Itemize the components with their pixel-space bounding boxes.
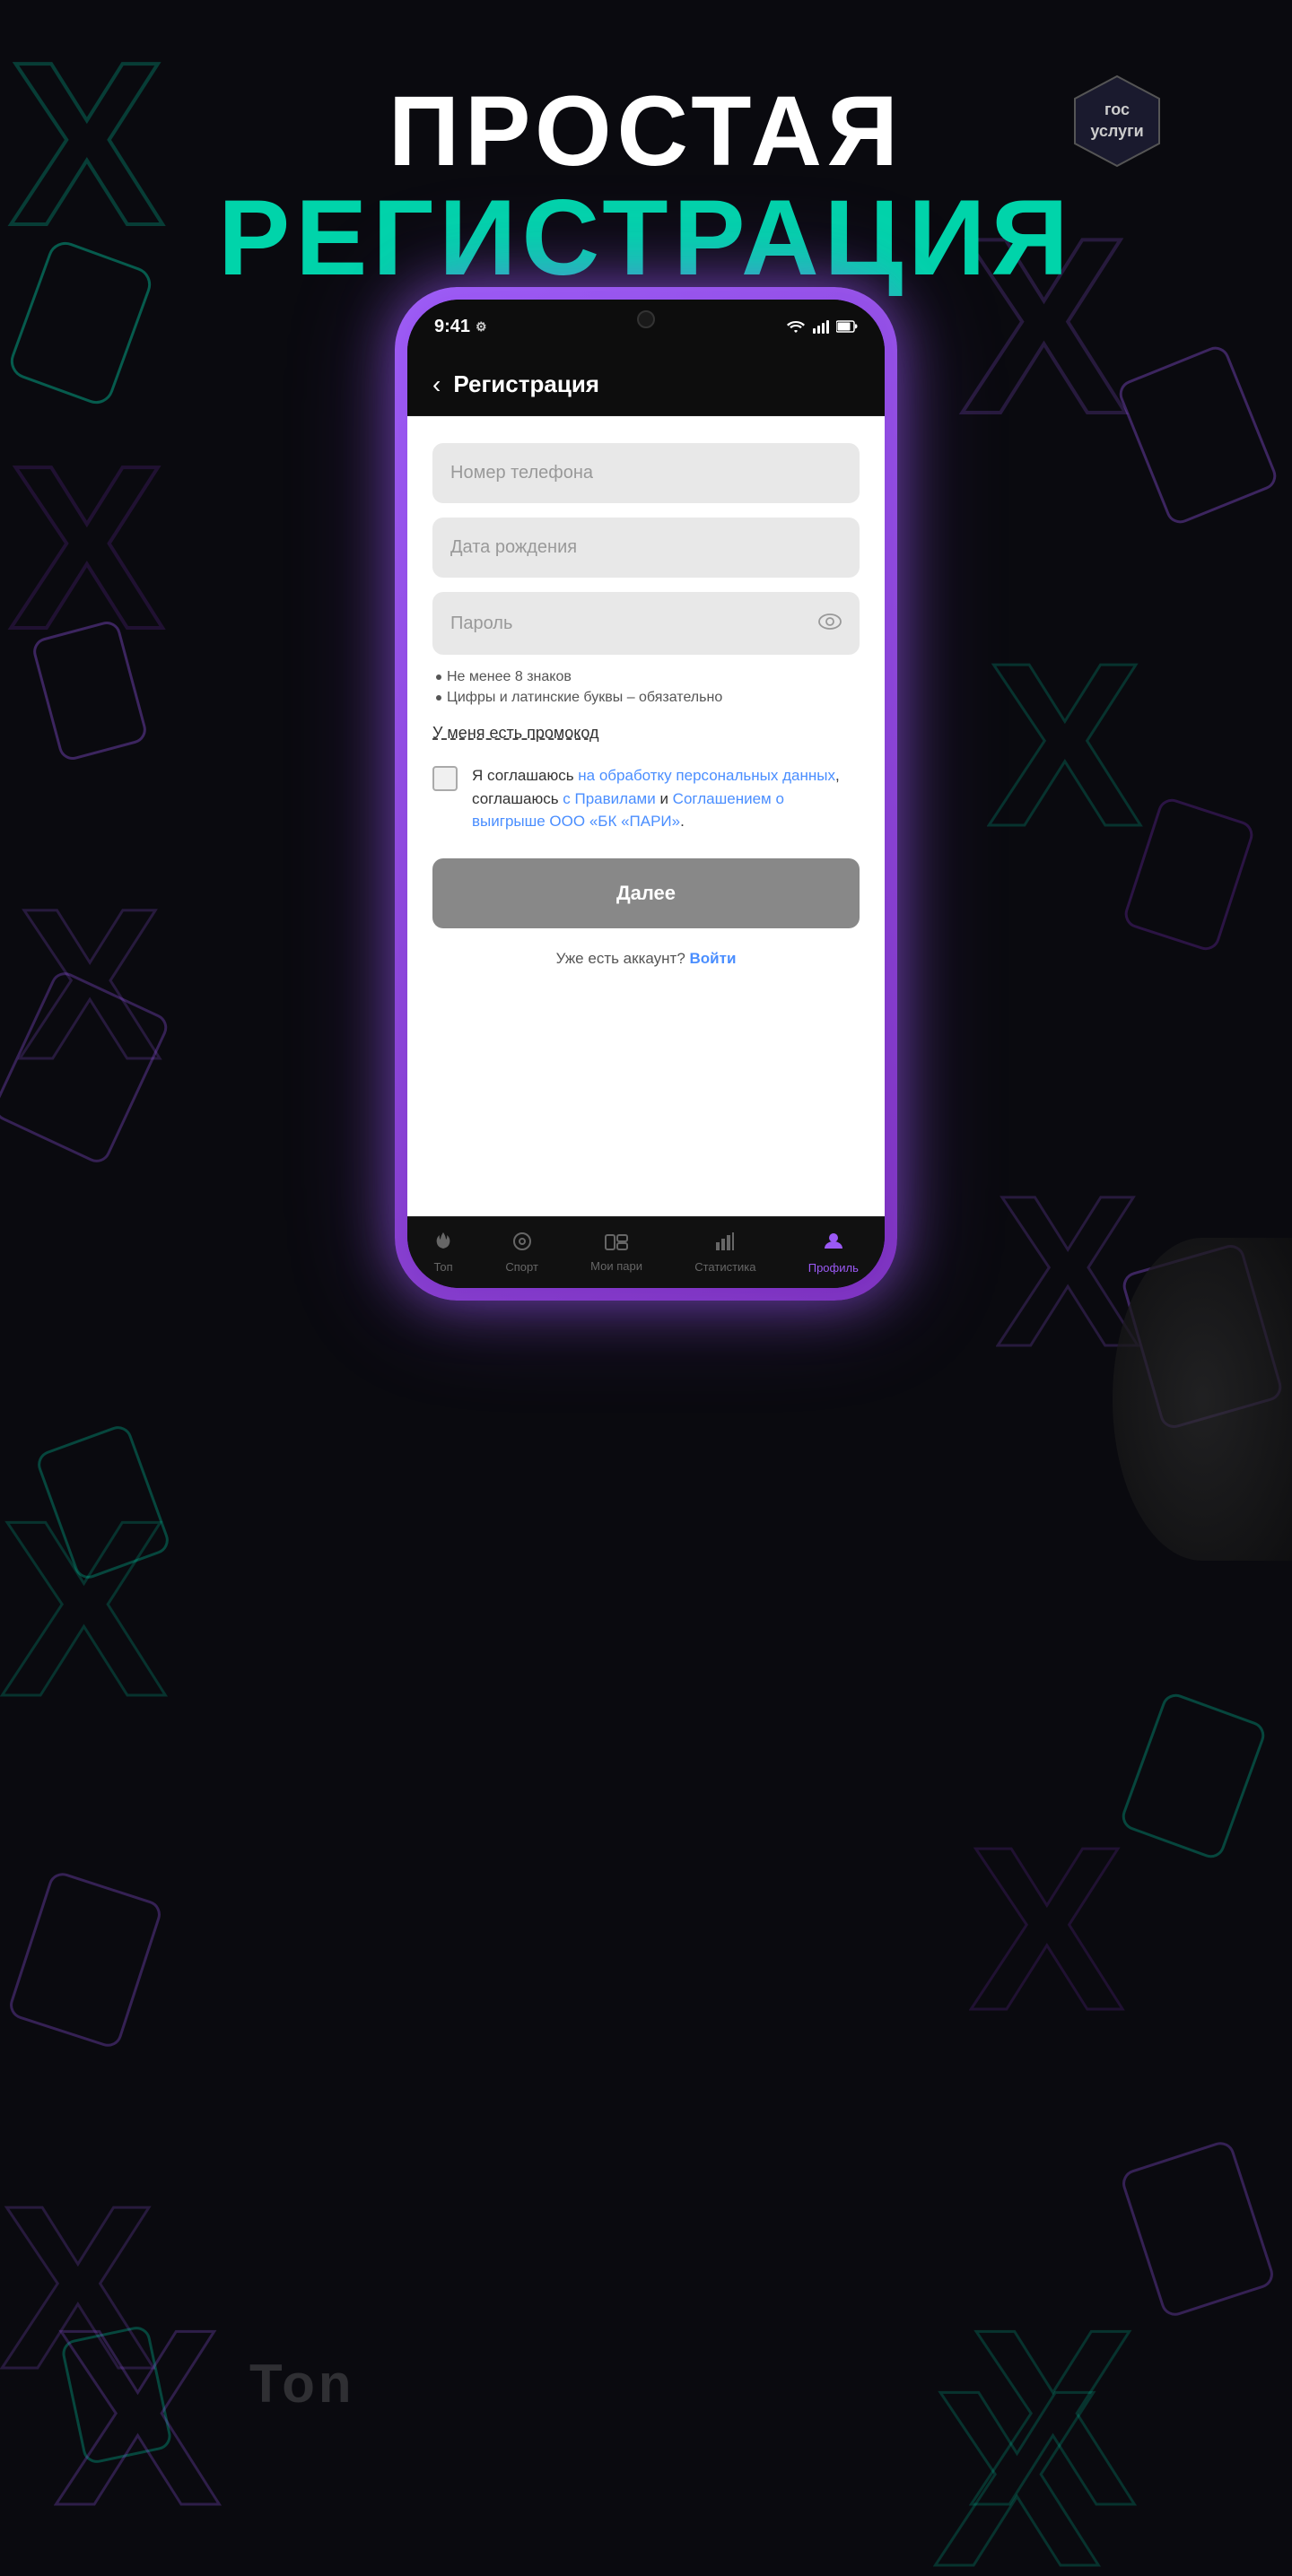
bottom-decoration: X X Ton: [0, 2074, 1292, 2576]
promo-link[interactable]: У меня есть промокод: [432, 724, 599, 743]
wifi-icon: [786, 319, 806, 334]
sport-icon: [512, 1231, 532, 1257]
login-hint-text: Уже есть аккаунт?: [556, 950, 690, 967]
nav-item-sport[interactable]: Спорт: [505, 1231, 538, 1274]
time-display: 9:41: [434, 317, 470, 337]
svg-text:X: X: [54, 2278, 223, 2558]
svg-text:X: X: [969, 1799, 1126, 2059]
gosuslugi-badge: гос услуги: [1068, 72, 1166, 170]
hint-bullet: [436, 695, 441, 701]
gear-icon: ⚙: [476, 319, 487, 335]
app-header: ‹ Регистрация: [407, 353, 885, 416]
password-toggle-icon[interactable]: [818, 612, 842, 635]
form-area: Номер телефона Дата рождения Пароль: [407, 416, 885, 1216]
profile-icon: [823, 1231, 844, 1258]
nav-item-profile[interactable]: Профиль: [808, 1231, 859, 1275]
nav-label-stats: Статистика: [694, 1260, 755, 1274]
agreement-checkbox[interactable]: [432, 766, 458, 791]
dob-field[interactable]: Дата рождения: [432, 518, 860, 578]
submit-button[interactable]: Далее: [432, 858, 860, 928]
status-bar: 9:41 ⚙: [407, 300, 885, 353]
gosuslugi-line2: услуги: [1090, 122, 1143, 140]
hint-item: Цифры и латинские буквы – обязательно: [436, 690, 860, 706]
stats-icon: [715, 1231, 735, 1257]
ton-text: Ton: [249, 2353, 355, 2415]
personal-data-link[interactable]: на обработку персональных данных: [578, 767, 835, 784]
bottom-nav: Топ Спорт: [407, 1216, 885, 1288]
rules-link[interactable]: с Правилами: [563, 790, 655, 807]
password-placeholder: Пароль: [450, 614, 512, 634]
back-button[interactable]: ‹: [432, 370, 441, 399]
svg-text:X: X: [969, 2278, 1138, 2558]
hint-text-2: Цифры и латинские буквы – обязательно: [447, 690, 722, 706]
nav-label-sport: Спорт: [505, 1260, 538, 1274]
fire-icon: [433, 1231, 453, 1257]
agreement-text: Я соглашаюсь на обработку персональных д…: [472, 764, 860, 833]
status-icons: [786, 319, 858, 334]
phone-mockup: 9:41 ⚙: [395, 287, 897, 1301]
front-camera: [637, 310, 655, 328]
agreement-row: Я соглашаюсь на обработку персональных д…: [432, 764, 860, 833]
password-field[interactable]: Пароль: [432, 592, 860, 655]
bets-icon: [605, 1232, 628, 1256]
hero-title-line2: РЕГИСТРАЦИЯ: [218, 181, 1074, 294]
hint-item: Не менее 8 знаков: [436, 669, 860, 685]
battery-icon: [836, 320, 858, 333]
hint-text-1: Не менее 8 знаков: [447, 669, 572, 685]
nav-label-top: Топ: [434, 1260, 453, 1274]
nav-item-bets[interactable]: Мои пари: [590, 1232, 642, 1273]
hint-bullet: [436, 674, 441, 680]
dob-placeholder: Дата рождения: [450, 537, 577, 557]
nav-label-profile: Профиль: [808, 1261, 859, 1275]
nav-item-stats[interactable]: Статистика: [694, 1231, 755, 1274]
signal-icon: [813, 319, 829, 334]
login-link[interactable]: Войти: [690, 950, 737, 967]
status-time: 9:41 ⚙: [434, 317, 487, 337]
svg-text:X: X: [987, 615, 1144, 875]
phone-field[interactable]: Номер телефона: [432, 443, 860, 503]
nav-label-bets: Мои пари: [590, 1259, 642, 1273]
password-hints: Не менее 8 знаков Цифры и латинские букв…: [432, 669, 860, 706]
phone-placeholder: Номер телефона: [450, 463, 593, 483]
hero-title-line1: ПРОСТАЯ: [388, 83, 904, 181]
page-title: Регистрация: [453, 370, 599, 398]
nav-item-top[interactable]: Топ: [433, 1231, 453, 1274]
login-hint: Уже есть аккаунт? Войти: [432, 950, 860, 968]
gosuslugi-line1: гос: [1104, 100, 1130, 118]
